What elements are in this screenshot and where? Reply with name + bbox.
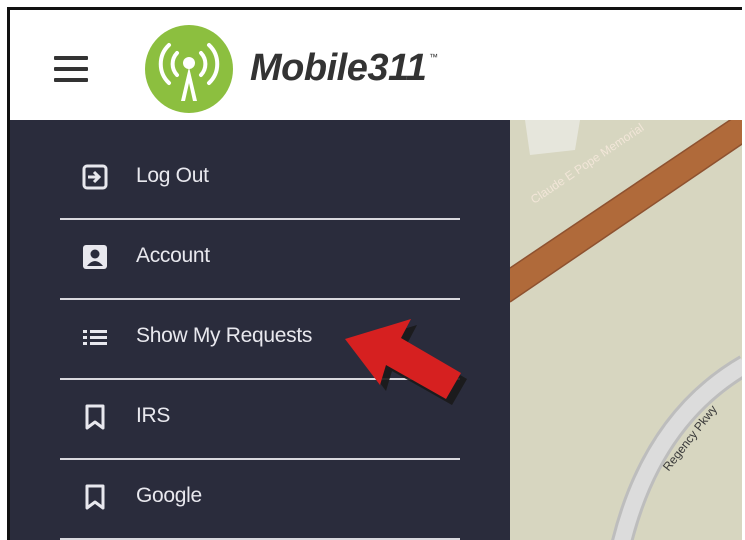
bookmark-icon [82, 484, 108, 510]
hamburger-menu-icon[interactable] [54, 56, 88, 82]
menu-item-google[interactable]: Google [60, 460, 460, 540]
app-header: Mobile311 ™ [10, 10, 742, 120]
logout-icon [82, 164, 108, 190]
account-icon [82, 244, 108, 270]
map-view[interactable]: Claude E Pope Memorial Regency Pkwy [510, 120, 742, 540]
antenna-signal-icon [145, 25, 233, 113]
menu-item-label: Log Out [136, 164, 209, 187]
pointer-arrow [340, 315, 470, 420]
menu-item-log-out[interactable]: Log Out [60, 140, 460, 220]
menu-item-account[interactable]: Account [60, 220, 460, 300]
menu-item-label: Account [136, 244, 210, 267]
bookmark-icon [82, 404, 108, 430]
app-logo-text: Mobile311 [250, 47, 427, 89]
app-window: Mobile311 ™ Log Out Account Show My Requ… [7, 7, 742, 540]
list-icon [82, 324, 108, 350]
menu-item-label: Show My Requests [136, 324, 313, 347]
menu-item-label: Google [136, 484, 202, 507]
menu-item-label: IRS [136, 404, 171, 427]
trademark-symbol: ™ [429, 52, 438, 62]
